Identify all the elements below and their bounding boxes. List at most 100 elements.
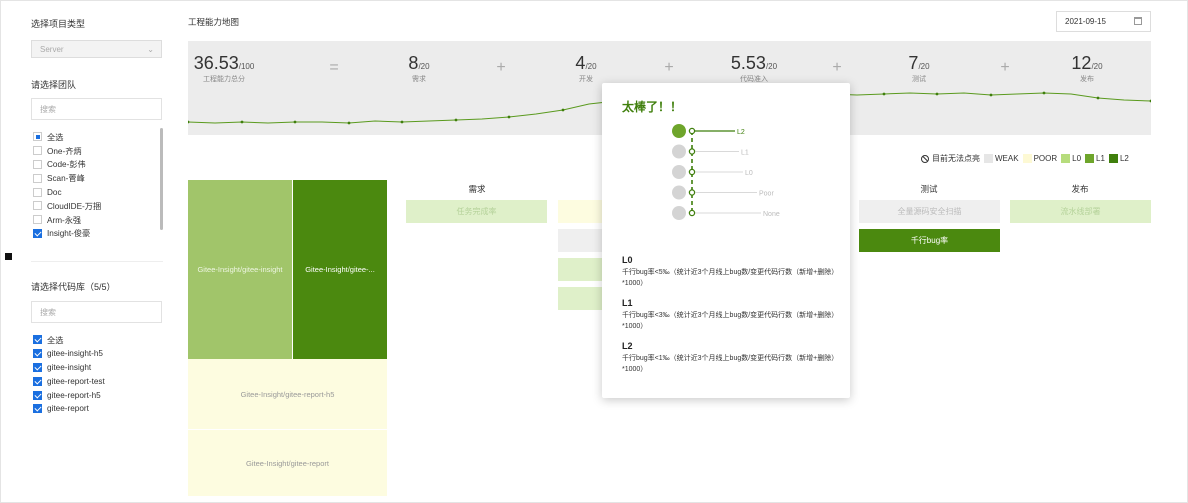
chip-pipeline-deploy[interactable]: 流水线部署 [1010, 200, 1151, 223]
repo-checkbox[interactable] [33, 376, 42, 386]
chip-bug-rate[interactable]: 千行bug率 [859, 229, 1000, 252]
repo-checkbox[interactable] [33, 362, 42, 372]
repo-checkbox[interactable] [33, 390, 42, 400]
na-icon [921, 154, 929, 163]
score-block[interactable]: 5.53/20 代码准入 [709, 53, 799, 84]
team-label: 全选 [47, 132, 64, 142]
treemap-cell-gitee-insight[interactable]: Gitee-Insight/gitee-insight [188, 180, 292, 359]
level-l0-icon [672, 165, 686, 179]
team-item[interactable]: Code-彭伟 [33, 158, 158, 172]
level-desc: 千行bug率<3‰（统计近3个月线上bug数/变更代码行数（新增+删除）*100… [622, 312, 835, 330]
chip-task-completion[interactable]: 任务完成率 [406, 200, 547, 223]
team-search-input[interactable]: 搜索 [31, 98, 162, 120]
repo-item[interactable]: gitee-report-h5 [33, 388, 158, 402]
chip-dev-4[interactable] [558, 287, 602, 310]
repo-checkbox[interactable] [33, 349, 42, 359]
team-item[interactable]: Arm-永强 [33, 213, 158, 227]
chip-dev-3[interactable] [558, 258, 602, 281]
team-checkbox[interactable] [33, 132, 42, 142]
sparkline-point [1096, 96, 1100, 100]
score-value: 36.53 [193, 53, 239, 73]
team-label: Project-韬睿 [47, 241, 92, 243]
repo-label: 全选 [47, 335, 64, 345]
ladder-node [688, 148, 696, 155]
team-item[interactable]: One-齐炳 [33, 144, 158, 158]
team-item[interactable]: Insight-俊豪 [33, 227, 158, 241]
level-desc: 千行bug率<1‰（统计近3个月线上bug数/变更代码行数（新增+删除）*100… [622, 355, 835, 373]
score-denominator: /20 [765, 62, 778, 71]
level-popover: 太棒了！！ L2 L1 L0 Poor None L0 千行bug率<5‰（统计近3个月线… [602, 83, 850, 398]
team-checkbox[interactable] [33, 215, 42, 225]
team-label: Arm-永强 [47, 215, 82, 225]
score-block[interactable]: 12/20 发布 [1042, 53, 1132, 84]
team-item[interactable]: CloudIDE-万捆 [33, 199, 158, 213]
project-type-value: Server [40, 45, 64, 54]
project-type-select[interactable]: Server ⌄ [31, 40, 162, 58]
team-checkbox[interactable] [33, 159, 42, 169]
repo-item[interactable]: 全选 [33, 333, 158, 347]
team-item[interactable]: Scan-菅峰 [33, 171, 158, 185]
team-checkbox[interactable] [33, 228, 42, 238]
date-picker[interactable]: 2021-09-15 [1056, 11, 1151, 32]
score-denominator: /20 [1091, 62, 1103, 71]
ladder-label: Poor [759, 191, 774, 198]
team-checkbox[interactable] [33, 146, 42, 156]
team-checkbox[interactable] [33, 201, 42, 211]
score-denominator: /100 [238, 62, 255, 71]
legend-label: L0 [1072, 154, 1082, 163]
legend-swatch [1108, 154, 1118, 163]
team-checkbox[interactable] [33, 173, 42, 183]
repo-checkbox[interactable] [33, 404, 42, 414]
team-search-placeholder: 搜索 [40, 105, 56, 114]
level-block: L2 千行bug率<1‰（统计近3个月线上bug数/变更代码行数（新增+删除）*1… [622, 341, 836, 375]
repo-item[interactable]: gitee-insight [33, 361, 158, 375]
repo-label: gitee-insight-h5 [47, 349, 103, 359]
treemap-cell-gitee-report[interactable]: Gitee-Insight/gitee-report [188, 429, 387, 496]
repo-label: gitee-report-h5 [47, 390, 101, 400]
team-item[interactable]: 全选 [33, 130, 158, 144]
score-value: 4 [575, 53, 586, 73]
calendar-icon [1134, 17, 1142, 25]
popover-title: 太棒了！！ [622, 100, 683, 114]
handle-icon[interactable] [5, 253, 12, 260]
repo-search-input[interactable]: 搜索 [31, 301, 162, 323]
divider [31, 261, 163, 262]
repo-label: gitee-insight [47, 362, 92, 372]
repo-label: gitee-report [47, 404, 89, 414]
score-block[interactable]: 7/20 测试 [874, 53, 964, 84]
team-checkbox[interactable] [33, 187, 42, 197]
score-block[interactable]: 8/20 需求 [374, 53, 464, 84]
repo-item[interactable]: gitee-report [33, 402, 158, 416]
repo-checkbox[interactable] [33, 335, 42, 345]
repo-item[interactable]: gitee-insight-h5 [33, 347, 158, 361]
team-item[interactable]: Doc [33, 185, 158, 199]
legend-label: WEAK [995, 154, 1019, 163]
chip-dev-2[interactable] [558, 229, 602, 252]
score-denominator: /20 [918, 62, 930, 71]
repo-item[interactable]: gitee-report-test [33, 374, 158, 388]
team-list-scrollbar[interactable] [160, 128, 163, 230]
sparkline-point [507, 115, 511, 119]
chip-dev-1[interactable] [558, 200, 602, 223]
score-block[interactable]: 4/20 开发 [541, 53, 631, 84]
score-caption: 工程能力总分 [203, 76, 245, 83]
level-l1-icon [672, 144, 686, 159]
treemap-label: Gitee-Insight/gitee-report [246, 458, 329, 468]
sparkline-point [188, 120, 190, 124]
treemap-label: Gitee-Insight/gitee-report-h5 [240, 389, 335, 399]
team-label: 请选择团队 [31, 80, 77, 90]
ladder-node [688, 209, 696, 217]
sparkline-point [1042, 91, 1046, 95]
level-block: L0 千行bug率<5‰（统计近3个月线上bug数/变更代码行数（新增+删除）*1… [622, 255, 836, 289]
score-denominator: /20 [585, 62, 597, 71]
chip-source-scan[interactable]: 全量源码安全扫描 [859, 200, 1000, 223]
score-block[interactable]: 36.53/100 工程能力总分 [179, 53, 269, 84]
legend-na-label: 目前无法点亮 [932, 154, 980, 163]
team-item[interactable]: Project-韬睿 [33, 240, 158, 243]
chevron-down-icon: ⌄ [147, 45, 154, 54]
legend-swatch [1022, 154, 1032, 163]
level-name: L1 [622, 298, 633, 308]
treemap-cell-gitee-report-h5[interactable]: Gitee-Insight/gitee-report-h5 [188, 359, 387, 429]
treemap-cell-gitee-insight-h5[interactable]: Gitee-Insight/gitee-... [293, 180, 387, 359]
repo-label: gitee-report-test [47, 376, 105, 386]
